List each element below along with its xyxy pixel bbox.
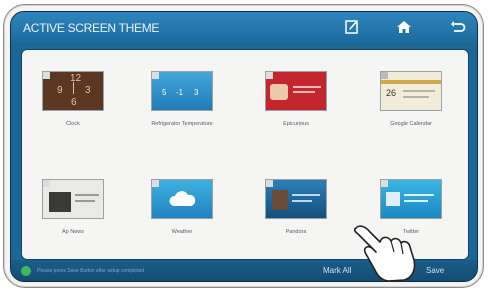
pandora-thumbnail [265,179,327,219]
checkbox-icon [381,72,388,79]
text-line [293,86,321,88]
save-button[interactable]: Save [426,266,444,275]
weather-thumbnail [151,179,213,219]
clock-digit: 6 [71,97,77,108]
theme-label: Clock [66,121,80,127]
status-dot-icon [21,266,31,276]
refrigerator-thumbnail: 5 -1 3 [151,71,213,111]
epicurious-thumbnail [265,71,327,111]
theme-tile-epicurious[interactable]: Epicurious [251,71,341,127]
clock-digit: 9 [57,85,63,96]
checkbox-icon [381,180,388,187]
theme-tile-refrigerator-temperature[interactable]: 5 -1 3 Refrigerator Temperature [137,71,227,127]
theme-label: Ap News [61,229,84,235]
theme-tile-pandora[interactable]: Pandora [251,179,341,235]
header-bar: ACTIVE SCREEN THEME [11,12,477,43]
text-line [403,90,435,92]
calendar-header [381,80,441,84]
profile-image [386,192,400,206]
food-image [270,84,288,100]
twitter-thumbnail [380,179,442,219]
theme-label: Epicurious [283,121,309,127]
theme-tile-ap-news[interactable]: Ap News [28,179,118,235]
clock-digit: 3 [85,85,91,96]
theme-label: Google Calendar [390,121,432,127]
album-art [272,190,288,210]
checkbox-icon [152,180,159,187]
theme-label: Weather [171,229,193,235]
theme-label: Pandora [285,229,307,235]
checkbox-icon [152,72,159,79]
clock-digit: 12 [70,73,82,84]
temp-value: 5 [162,88,167,97]
page-title: ACTIVE SCREEN THEME [23,21,160,35]
ap-news-thumbnail [42,179,104,219]
edit-icon[interactable] [343,18,361,36]
text-line [404,194,434,196]
clock-hand [73,82,74,94]
calendar-day: 26 [386,88,397,98]
calendar-thumbnail: 26 [380,71,442,111]
home-icon[interactable] [395,18,413,36]
theme-tile-google-calendar[interactable]: 26 Google Calendar [366,71,456,127]
clock-thumbnail: 12 9 3 6 [42,71,104,111]
text-line [293,91,315,93]
checkbox-icon [266,180,273,187]
text-line [292,194,320,196]
text-line [292,200,312,202]
checkbox-icon [43,72,50,79]
pointing-hand-icon [353,225,416,282]
checkbox-icon [43,180,50,187]
temp-value: -1 [176,88,184,97]
back-icon[interactable] [449,18,467,36]
cloud-icon [169,191,196,206]
checkbox-icon [266,72,273,79]
hint-text: Please press Save Button after setup com… [37,268,145,274]
text-line [404,200,428,202]
text-line [75,200,95,202]
theme-tile-clock[interactable]: 12 9 3 6 Clock [28,71,118,127]
text-line [75,194,99,196]
theme-tile-weather[interactable]: Weather [137,179,227,235]
text-line [403,96,429,98]
theme-label: Refrigerator Temperature [151,121,213,127]
temp-value: 3 [194,88,199,97]
news-photo [49,192,71,212]
